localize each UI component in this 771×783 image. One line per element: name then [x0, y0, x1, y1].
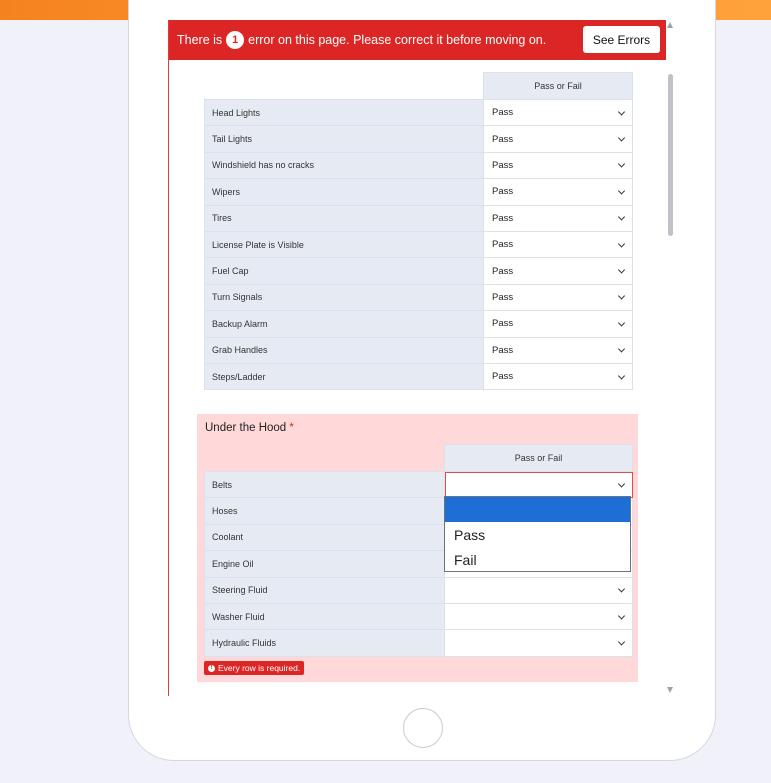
required-error-badge: ! Every row is required. — [204, 661, 305, 675]
chevron-down-icon — [617, 213, 626, 221]
table-row: Steering Fluid — [204, 576, 633, 604]
required-error-text: Every row is required. — [218, 663, 301, 673]
row-label: Hoses — [204, 497, 445, 525]
select-value: Pass — [492, 239, 514, 251]
dropdown-option[interactable]: Pass — [445, 522, 630, 547]
error-text-after: error on this page. Please correct it be… — [248, 33, 547, 47]
row-label: Tires — [204, 204, 484, 232]
chevron-down-icon — [617, 638, 626, 646]
pass-fail-select[interactable]: Pass — [483, 362, 633, 391]
row-label: Steps/Ladder — [204, 362, 484, 391]
chevron-down-icon — [617, 187, 626, 195]
row-label: Grab Handles — [204, 336, 484, 364]
dropdown-option[interactable]: Fail — [445, 547, 630, 572]
see-errors-button[interactable]: See Errors — [583, 26, 660, 53]
select-value: Pass — [492, 212, 514, 224]
section-title: Under the Hood * — [205, 422, 294, 434]
column-header-pass-or-fail: Pass or Fail — [483, 72, 633, 100]
select-value: Pass — [492, 344, 514, 356]
chevron-down-icon — [617, 108, 626, 116]
table-row: Tail Lights Pass — [204, 125, 633, 153]
exterior-matrix-table: Pass or Fail Head Lights Pass Tail Lights P… — [204, 72, 633, 391]
row-label: License Plate is Visible — [204, 230, 484, 259]
chevron-down-icon — [617, 585, 626, 593]
column-header-pass-or-fail: Pass or Fail — [444, 444, 633, 472]
select-value: Pass — [492, 107, 514, 119]
error-count-badge: 1 — [226, 31, 245, 49]
select-value: Pass — [492, 291, 514, 303]
dropdown-option[interactable] — [445, 497, 630, 522]
row-label: Steering Fluid — [204, 576, 445, 604]
scrollbar[interactable] — [664, 20, 678, 696]
chevron-down-icon — [617, 240, 626, 248]
pass-fail-select[interactable]: Pass — [483, 230, 633, 259]
pass-fail-select[interactable]: Pass — [483, 125, 633, 153]
row-label: Fuel Cap — [204, 257, 484, 285]
table-row: Tires Pass — [204, 204, 633, 232]
pass-fail-select[interactable]: Pass — [483, 151, 633, 180]
table-row: Fuel Cap Pass — [204, 257, 633, 285]
select-value: Pass — [492, 133, 514, 145]
chevron-down-icon — [617, 266, 626, 274]
required-asterisk: * — [289, 422, 294, 434]
table-row: Backup Alarm Pass — [204, 310, 633, 338]
chevron-down-icon — [617, 480, 626, 488]
home-button[interactable] — [403, 708, 443, 748]
row-label: Coolant — [204, 523, 445, 552]
matrix-corner — [205, 73, 484, 100]
pass-fail-select[interactable] — [444, 470, 633, 499]
row-label: Turn Signals — [204, 283, 484, 312]
error-text-before: There is — [177, 33, 223, 47]
section-title-text: Under the Hood — [205, 422, 287, 434]
pass-fail-select[interactable]: Pass — [483, 336, 633, 364]
row-label: Tail Lights — [204, 125, 484, 153]
row-label: Backup Alarm — [204, 310, 484, 338]
row-label: Windshield has no cracks — [204, 151, 484, 180]
select-value: Pass — [492, 318, 514, 330]
table-row: Grab Handles Pass — [204, 336, 633, 364]
pass-fail-select[interactable]: Pass — [483, 98, 633, 127]
chevron-down-icon — [617, 372, 626, 380]
belts-dropdown-list[interactable]: Pass Fail — [444, 496, 631, 572]
pass-fail-select[interactable] — [444, 576, 633, 604]
table-row: Hydraulic Fluids — [204, 629, 633, 657]
matrix-corner — [205, 445, 445, 472]
row-label: Belts — [204, 470, 445, 499]
select-value: Pass — [492, 186, 514, 198]
pass-fail-select[interactable]: Pass — [483, 257, 633, 285]
chevron-down-icon — [617, 612, 626, 620]
error-alert-icon: ! — [208, 664, 215, 672]
error-banner: There is 1 error on this page. Please co… — [169, 20, 666, 60]
table-row: Wipers Pass — [204, 178, 633, 206]
scroll-thumb[interactable] — [668, 74, 673, 236]
pass-fail-select[interactable]: Pass — [483, 204, 633, 232]
select-value: Pass — [492, 159, 514, 171]
table-row: Belts — [204, 470, 633, 499]
table-row: Windshield has no cracks Pass — [204, 151, 633, 180]
scroll-down-arrow-icon[interactable] — [667, 687, 673, 693]
chevron-down-icon — [617, 160, 626, 169]
chevron-down-icon — [617, 345, 626, 353]
table-row: Head Lights Pass — [204, 98, 633, 127]
row-label: Washer Fluid — [204, 602, 445, 631]
pass-fail-select[interactable] — [444, 602, 633, 631]
row-label: Engine Oil — [204, 550, 445, 578]
row-label: Wipers — [204, 178, 484, 206]
chevron-down-icon — [617, 292, 626, 300]
row-label: Head Lights — [204, 98, 484, 127]
select-value: Pass — [492, 265, 514, 277]
row-label: Hydraulic Fluids — [204, 629, 445, 657]
chevron-down-icon — [617, 134, 626, 142]
pass-fail-select[interactable]: Pass — [483, 310, 633, 338]
table-row: Turn Signals Pass — [204, 283, 633, 312]
table-row: License Plate is Visible Pass — [204, 230, 633, 259]
select-value: Pass — [492, 371, 514, 383]
pass-fail-select[interactable] — [444, 629, 633, 657]
table-row: Steps/Ladder Pass — [204, 362, 633, 391]
scroll-up-arrow-icon[interactable] — [667, 22, 673, 28]
pass-fail-select[interactable]: Pass — [483, 283, 633, 312]
table-row: Washer Fluid — [204, 602, 633, 631]
pass-fail-select[interactable]: Pass — [483, 178, 633, 206]
chevron-down-icon — [617, 319, 626, 327]
